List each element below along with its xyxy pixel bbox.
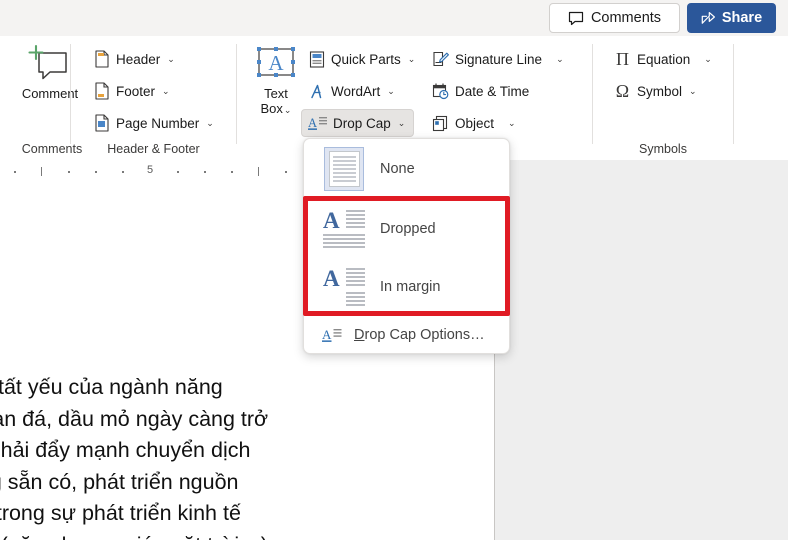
chevron-down-icon: ⌄ — [556, 53, 564, 64]
document-line: gia phải đẩy mạnh chuyển dịch — [0, 438, 251, 462]
symbol-omega-icon: Ω — [615, 80, 630, 101]
text-box-label-line1: Text — [264, 86, 288, 101]
quick-parts-button[interactable]: Quick Parts ⌄ — [304, 46, 420, 72]
page-number-icon — [94, 114, 110, 132]
chevron-down-icon: ⌄ — [407, 53, 416, 64]
page-number-button[interactable]: Page Number ⌄ — [89, 110, 219, 136]
quick-parts-button-label: Quick Parts — [331, 51, 401, 67]
comments-button[interactable]: Comments — [549, 3, 680, 33]
equation-button-label: Equation — [637, 51, 691, 67]
ribbon-separator-4 — [733, 44, 734, 144]
drop-cap-options-item[interactable]: A Drop Cap Options… — [304, 316, 509, 353]
symbol-button[interactable]: Ω Symbol ⌄ — [609, 78, 702, 104]
header-button-label: Header — [116, 51, 161, 67]
wordart-button[interactable]: WordArt ⌄ — [304, 78, 400, 104]
ribbon-group-header-footer-label: Header & Footer — [107, 142, 200, 156]
dropcap-dropped-thumbnail: A — [322, 207, 366, 251]
text-box-button[interactable]: A Text Box⌄ — [247, 42, 305, 116]
drop-cap-dropdown-menu: None A Dropped A In margin A Drop Cap Op… — [303, 138, 510, 354]
drop-cap-button[interactable]: A Drop Cap ⌄ — [301, 109, 415, 137]
object-button-label: Object — [455, 115, 495, 131]
ribbon-group-symbols: Π Equation ⌄ Ω Symbol ⌄ Symbols — [593, 36, 733, 160]
object-icon — [432, 115, 449, 132]
wordart-icon — [309, 83, 325, 100]
chevron-down-icon: ⌄ — [689, 85, 697, 96]
date-and-time-button[interactable]: Date & Time — [427, 78, 534, 104]
svg-text:A: A — [308, 116, 317, 130]
equation-button[interactable]: Π Equation ⌄ — [609, 46, 717, 72]
ribbon-group-symbols-label: Symbols — [639, 142, 687, 156]
quick-parts-icon — [309, 50, 325, 68]
symbol-button-label: Symbol — [637, 83, 683, 99]
signature-line-icon — [432, 51, 449, 68]
header-page-icon — [94, 50, 110, 68]
comments-button-label: Comments — [590, 10, 662, 26]
ruler-outside-area — [495, 160, 788, 184]
drop-cap-options-label-rest: rop Cap Options… — [364, 327, 485, 343]
object-button[interactable]: Object ⌄ — [427, 110, 521, 136]
dropcap-none-thumbnail — [322, 147, 366, 191]
page-number-button-label: Page Number — [116, 115, 200, 131]
drop-cap-menu-item-dropped[interactable]: A Dropped — [304, 199, 509, 259]
drop-cap-options-label: Drop Cap Options… — [354, 327, 485, 343]
date-time-icon — [432, 82, 449, 100]
footer-button-label: Footer — [116, 83, 156, 99]
svg-text:A: A — [268, 51, 284, 75]
document-line: ư than đá, dầu mỏ ngày càng trở — [0, 406, 269, 431]
drop-cap-icon: A — [308, 115, 327, 132]
chevron-down-icon: ⌄ — [387, 85, 395, 96]
chevron-down-icon: ⌄ — [397, 117, 406, 128]
chevron-down-icon: ⌄ — [162, 85, 170, 96]
drop-cap-button-label: Drop Cap — [333, 115, 391, 131]
share-button[interactable]: Share — [687, 3, 776, 33]
equation-pi-icon: Π — [616, 48, 629, 69]
drop-cap-menu-item-none[interactable]: None — [304, 139, 509, 199]
comment-bubble-icon — [568, 11, 584, 26]
document-line: hiên (năng lượng gió, mặt trời…), — [0, 530, 499, 540]
signature-line-button[interactable]: Signature Line ⌄ — [427, 46, 569, 72]
document-body-text[interactable]: ớng tất yếu của ngành năng ư than đá, dầ… — [0, 372, 499, 540]
signature-line-button-label: Signature Line — [455, 51, 543, 67]
share-button-label: Share — [721, 10, 763, 26]
drop-cap-options-icon: A — [322, 327, 342, 344]
new-comment-icon — [27, 42, 73, 86]
chevron-down-icon: ⌄ — [283, 105, 292, 115]
document-line: ọng trong sự phát triển kinh tế — [0, 501, 241, 525]
date-and-time-button-label: Date & Time — [455, 83, 530, 99]
wordart-button-label: WordArt — [331, 83, 381, 99]
document-line: ớng tất yếu của ngành năng — [0, 375, 223, 399]
drop-cap-menu-item-in-margin-label: In margin — [380, 279, 441, 295]
drop-cap-menu-item-dropped-label: Dropped — [380, 221, 436, 237]
footer-button[interactable]: Footer ⌄ — [89, 78, 175, 104]
chevron-down-icon: ⌄ — [167, 53, 175, 64]
text-box-icon: A — [252, 42, 300, 86]
word-window: Comments Share Comment Comments Header ⌄… — [0, 0, 788, 540]
ruler-number-5: 5 — [146, 164, 154, 176]
drop-cap-menu-item-none-label: None — [380, 161, 415, 177]
chevron-down-icon: ⌄ — [508, 117, 516, 128]
text-box-label-line2: Box — [260, 101, 283, 116]
dropcap-in-margin-thumbnail: A — [322, 265, 366, 309]
footer-page-icon — [94, 82, 110, 100]
chevron-down-icon: ⌄ — [206, 117, 214, 128]
drop-cap-options-accelerator: D — [354, 327, 365, 343]
chevron-down-icon: ⌄ — [704, 53, 712, 64]
svg-text:A: A — [322, 327, 332, 342]
drop-cap-menu-item-in-margin[interactable]: A In margin — [304, 257, 509, 317]
header-button[interactable]: Header ⌄ — [89, 46, 180, 72]
ribbon-group-header-footer: Header ⌄ Footer ⌄ Page Number ⌄ Header &… — [71, 36, 236, 160]
share-arrow-icon — [701, 11, 716, 25]
document-line: năng sẵn có, phát triển nguồn — [0, 469, 239, 494]
